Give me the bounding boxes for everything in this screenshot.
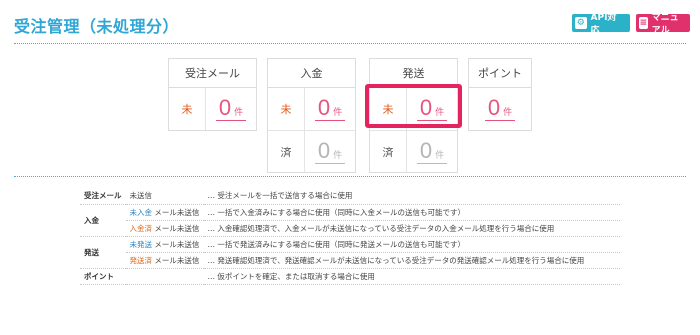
- legend-status-rest: メール未送信: [154, 255, 200, 265]
- legend-row: 受注メール 未送信 … 受注メールを一括で送信する場合に使用: [80, 188, 620, 205]
- legend-status-tag: 発送済: [129, 255, 153, 265]
- legend-description: … 入金確認処理済で、入金メールが未送信になっている受注データの入金メール処理を…: [203, 220, 620, 237]
- legend-status-tag: 未発送: [129, 239, 153, 249]
- legend-status-rest: メール未送信: [154, 223, 200, 233]
- api-button-label: API対応: [590, 13, 617, 36]
- manual-button[interactable]: ≡ マニュアル: [636, 13, 690, 36]
- highlight-box: [365, 84, 462, 128]
- legend-description: … 仮ポイントを確定、または取消する場合に使用: [203, 268, 620, 285]
- card-row-points: 0 件: [469, 88, 531, 130]
- points-count-link[interactable]: 0 件: [484, 95, 516, 121]
- legend-row: 発送済 メール未送信 … 発送確認処理済で、発送確認メールが未送信になっている受…: [80, 252, 620, 269]
- count-value: 0: [419, 137, 433, 163]
- count-value: 0: [487, 95, 501, 120]
- section-divider: [14, 176, 686, 177]
- count-unit: 件: [503, 108, 513, 118]
- legend-table: 受注メール 未送信 … 受注メールを一括で送信する場合に使用 入金 未入金 メー…: [80, 188, 620, 285]
- api-button[interactable]: ⚙ API対応: [572, 13, 630, 36]
- legend-status-rest: メール未送信: [154, 239, 200, 249]
- row-label: 済: [280, 145, 292, 159]
- legend-category: 受注メール: [80, 188, 126, 205]
- card-row-shipped: 済 0 件: [370, 130, 457, 173]
- payment-paid-count: 0 件: [314, 137, 346, 164]
- count-unit: 件: [333, 150, 343, 161]
- count-value: 0: [317, 95, 331, 120]
- shipping-shipped-count: 0 件: [416, 137, 448, 164]
- legend-category: 入金: [80, 204, 126, 237]
- order-mail-unsent-count-link[interactable]: 0 件: [215, 95, 247, 121]
- legend-status: 未発送 メール未送信: [125, 236, 204, 253]
- row-label: 済: [382, 145, 394, 159]
- legend-category: ポイント: [80, 268, 126, 285]
- legend-status: [125, 268, 204, 285]
- page-title: 受注管理（未処理分）: [14, 17, 180, 36]
- card-order-mail: 受注メール 未 0 件: [168, 58, 257, 131]
- legend-status-rest: 未送信: [129, 191, 153, 201]
- count-unit: 件: [333, 108, 343, 118]
- card-points: ポイント 0 件: [468, 58, 532, 131]
- legend-description: … 一括で入金済みにする場合に使用（同時に入金メールの送信も可能です）: [203, 204, 620, 221]
- card-header: 受注メール: [169, 59, 256, 88]
- legend-description: … 受注メールを一括で送信する場合に使用: [203, 188, 620, 205]
- legend-row: 入金 未入金 メール未送信 … 一括で入金済みにする場合に使用（同時に入金メール…: [80, 204, 620, 237]
- count-value: 0: [317, 137, 331, 163]
- manual-button-label: マニュアル: [651, 13, 679, 36]
- legend-description: … 発送確認処理済で、発送確認メールが未送信になっている受注データの発送確認メー…: [203, 252, 620, 269]
- header-divider: [14, 43, 686, 44]
- legend-status-tag: 未入金: [129, 207, 153, 217]
- legend-row: 入金済 メール未送信 … 入金確認処理済で、入金メールが未送信になっている受注デ…: [80, 220, 620, 237]
- card-payment: 入金 未 0 件 済 0 件: [267, 58, 356, 173]
- row-label: 未: [280, 103, 292, 116]
- legend-status-tag: 入金済: [129, 223, 153, 233]
- legend-status: 入金済 メール未送信: [125, 220, 204, 237]
- legend-row: 発送 未発送 メール未送信 … 一括で発送済みにする場合に使用（同時に発送メール…: [80, 236, 620, 269]
- card-row-unsent: 未 0 件: [169, 88, 256, 130]
- legend-row: ポイント … 仮ポイントを確定、または取消する場合に使用: [80, 268, 620, 285]
- legend-status: 発送済 メール未送信: [125, 252, 204, 269]
- legend-status-rest: メール未送信: [154, 207, 200, 217]
- payment-unpaid-count-link[interactable]: 0 件: [314, 95, 346, 121]
- gear-icon: ⚙: [575, 17, 587, 29]
- legend-status: 未送信: [125, 188, 204, 205]
- card-header: ポイント: [469, 59, 531, 88]
- legend-description: … 一括で発送済みにする場合に使用（同時に発送メールの送信も可能です）: [203, 236, 620, 253]
- count-unit: 件: [435, 150, 445, 161]
- card-row-paid: 済 0 件: [268, 130, 355, 173]
- count-value: 0: [218, 95, 232, 120]
- card-header: 入金: [268, 59, 355, 88]
- legend-status: 未入金 メール未送信: [125, 204, 204, 221]
- document-icon: ≡: [639, 17, 648, 29]
- count-unit: 件: [234, 108, 244, 118]
- card-row-unpaid: 未 0 件: [268, 88, 355, 130]
- legend-category: 発送: [80, 236, 126, 269]
- row-label: 未: [181, 103, 193, 116]
